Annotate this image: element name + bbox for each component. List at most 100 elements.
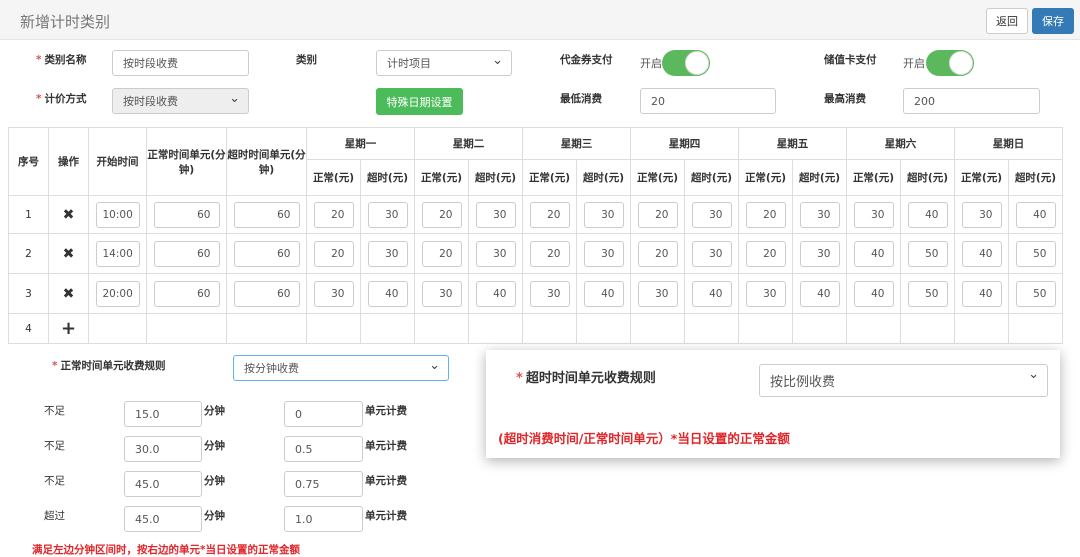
normal-price-input[interactable]: 20 xyxy=(529,201,570,228)
normal-price-input[interactable]: 30 xyxy=(313,280,354,307)
add-row-icon[interactable]: + xyxy=(48,313,89,344)
normal-unit-input[interactable]: 60 xyxy=(153,280,220,307)
card-state: 开启 xyxy=(903,57,925,70)
normal-price-input[interactable]: 40 xyxy=(853,240,894,267)
over-price-input[interactable]: 50 xyxy=(907,240,948,267)
over-price-input[interactable]: 40 xyxy=(475,280,516,307)
row-index: 1 xyxy=(8,195,49,234)
over-unit-input[interactable]: 60 xyxy=(233,280,300,307)
over-price-input[interactable]: 30 xyxy=(475,240,516,267)
rule-minute-unit: 分钟 xyxy=(204,405,225,417)
normal-price-input[interactable]: 20 xyxy=(637,201,678,228)
th-day: 星期日 xyxy=(954,127,1063,160)
start-time-input[interactable]: 10:00 xyxy=(95,201,140,228)
over-price-input[interactable]: 30 xyxy=(691,201,732,228)
rule-factor-input[interactable]: 0.5 xyxy=(284,436,363,462)
over-unit-input[interactable]: 60 xyxy=(233,201,300,228)
normal-price-input[interactable]: 20 xyxy=(421,240,462,267)
over-price-input[interactable]: 30 xyxy=(583,201,624,228)
start-time-input[interactable]: 20:00 xyxy=(95,280,140,307)
normal-price-input[interactable]: 40 xyxy=(961,240,1002,267)
over-unit-input[interactable]: 60 xyxy=(233,240,300,267)
normal-price-input[interactable]: 30 xyxy=(853,201,894,228)
normal-unit-input[interactable]: 60 xyxy=(153,240,220,267)
normal-price-input[interactable]: 20 xyxy=(745,240,786,267)
normal-rule-label: * 正常时间单元收费规则 xyxy=(52,360,166,372)
over-rule-label-text: 超时时间单元收费规则 xyxy=(525,371,656,386)
special-date-button[interactable]: 特殊日期设置 xyxy=(376,88,463,115)
row-index: 2 xyxy=(8,233,49,274)
card-toggle[interactable] xyxy=(926,50,974,76)
th-normal: 正常(元) xyxy=(414,159,469,196)
normal-price-input[interactable]: 30 xyxy=(421,280,462,307)
over-price-input[interactable]: 30 xyxy=(367,240,408,267)
over-price-input[interactable]: 40 xyxy=(907,201,948,228)
over-price-input[interactable]: 30 xyxy=(367,201,408,228)
name-input[interactable]: 按时段收费 xyxy=(112,50,249,76)
over-rule-select[interactable]: 按比例收费 xyxy=(759,364,1048,397)
voucher-label: 代金券支付 xyxy=(560,54,613,66)
normal-price-input[interactable]: 30 xyxy=(745,280,786,307)
category-select[interactable]: 计时项目 xyxy=(376,50,512,76)
back-button[interactable]: 返回 xyxy=(986,8,1028,34)
rule-minutes-input[interactable]: 30.0 xyxy=(124,436,202,462)
normal-price-input[interactable]: 30 xyxy=(529,280,570,307)
th-normal: 正常(元) xyxy=(738,159,793,196)
delete-row-icon[interactable]: ✖ xyxy=(48,233,89,274)
rule-factor-input[interactable]: 0 xyxy=(284,401,363,427)
name-label: * 类别名称 xyxy=(36,54,87,66)
normal-rule-select[interactable]: 按分钟收费 xyxy=(233,355,449,381)
over-price-input[interactable]: 40 xyxy=(1015,201,1056,228)
over-price-input[interactable]: 30 xyxy=(691,240,732,267)
over-price-input[interactable]: 30 xyxy=(799,201,840,228)
rule-factor-unit: 单元计费 xyxy=(365,440,407,452)
rule-minutes-input[interactable]: 45.0 xyxy=(124,471,202,497)
over-price-input[interactable]: 40 xyxy=(799,280,840,307)
rule-minute-unit: 分钟 xyxy=(204,510,225,522)
normal-price-input[interactable]: 20 xyxy=(637,240,678,267)
over-price-input[interactable]: 40 xyxy=(691,280,732,307)
over-price-input[interactable]: 40 xyxy=(583,280,624,307)
delete-row-icon[interactable]: ✖ xyxy=(48,273,89,314)
over-price-input[interactable]: 40 xyxy=(367,280,408,307)
normal-price-input[interactable]: 40 xyxy=(961,280,1002,307)
rule-minutes-input[interactable]: 15.0 xyxy=(124,401,202,427)
normal-price-input[interactable]: 20 xyxy=(529,240,570,267)
normal-price-input[interactable]: 20 xyxy=(421,201,462,228)
rule-factor-input[interactable]: 0.75 xyxy=(284,471,363,497)
th-start: 开始时间 xyxy=(88,127,147,196)
voucher-toggle[interactable] xyxy=(662,50,710,76)
normal-price-input[interactable]: 40 xyxy=(853,280,894,307)
normal-price-input[interactable]: 30 xyxy=(637,280,678,307)
rule-minutes-input[interactable]: 45.0 xyxy=(124,506,202,532)
th-normal: 正常(元) xyxy=(522,159,577,196)
over-price-input[interactable]: 50 xyxy=(907,280,948,307)
th-over: 超时(元) xyxy=(684,159,739,196)
normal-unit-input[interactable]: 60 xyxy=(153,201,220,228)
over-price-input[interactable]: 30 xyxy=(583,240,624,267)
pricing-label: * 计价方式 xyxy=(36,93,87,105)
add-row-index: 4 xyxy=(8,313,49,344)
th-normal: 正常(元) xyxy=(630,159,685,196)
normal-price-input[interactable]: 30 xyxy=(961,201,1002,228)
th-over: 超时(元) xyxy=(360,159,415,196)
normal-price-input[interactable]: 20 xyxy=(313,201,354,228)
over-price-input[interactable]: 30 xyxy=(799,240,840,267)
normal-price-input[interactable]: 20 xyxy=(313,240,354,267)
rule-factor-unit: 单元计费 xyxy=(365,510,407,522)
th-action: 操作 xyxy=(48,127,89,196)
pricing-select[interactable]: 按时段收费 xyxy=(112,88,249,114)
save-button[interactable]: 保存 xyxy=(1032,8,1074,34)
over-price-input[interactable]: 30 xyxy=(475,201,516,228)
category-value: 计时项目 xyxy=(387,57,431,70)
over-price-input[interactable]: 50 xyxy=(1015,240,1056,267)
over-price-input[interactable]: 50 xyxy=(1015,280,1056,307)
rule-minute-unit: 分钟 xyxy=(204,475,225,487)
page-header: 新增计时类别 返回 保存 xyxy=(0,0,1080,40)
normal-price-input[interactable]: 20 xyxy=(745,201,786,228)
start-time-input[interactable]: 14:00 xyxy=(95,240,140,267)
rule-factor-input[interactable]: 1.0 xyxy=(284,506,363,532)
min-input[interactable]: 20 xyxy=(640,88,776,114)
delete-row-icon[interactable]: ✖ xyxy=(48,195,89,234)
max-input[interactable]: 200 xyxy=(903,88,1040,114)
